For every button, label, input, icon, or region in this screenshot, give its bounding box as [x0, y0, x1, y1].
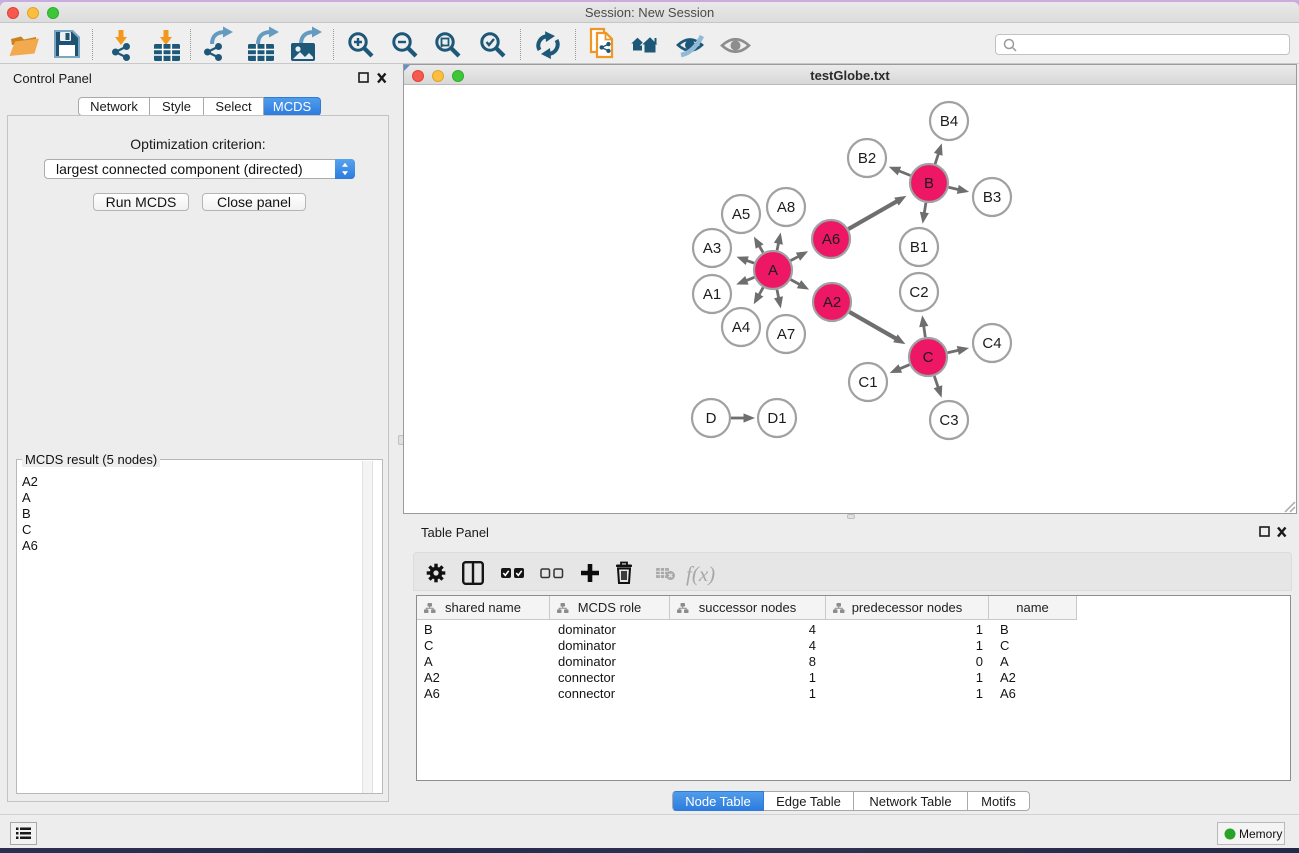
svg-text:C1: C1 [858, 374, 877, 391]
svg-text:B3: B3 [983, 189, 1001, 206]
svg-text:A: A [768, 262, 778, 279]
svg-text:B2: B2 [858, 150, 876, 167]
svg-text:B: B [924, 175, 934, 192]
svg-text:C4: C4 [982, 335, 1001, 352]
svg-text:A5: A5 [732, 206, 750, 223]
svg-text:A6: A6 [822, 231, 840, 248]
svg-text:A1: A1 [703, 286, 721, 303]
svg-text:D1: D1 [767, 410, 786, 427]
svg-text:A7: A7 [777, 326, 795, 343]
svg-text:B1: B1 [910, 239, 928, 256]
svg-text:B4: B4 [940, 113, 958, 130]
svg-text:A3: A3 [703, 240, 721, 257]
svg-text:C2: C2 [909, 284, 928, 301]
svg-text:D: D [706, 410, 717, 427]
svg-text:f(x): f(x) [686, 562, 715, 586]
svg-text:C: C [923, 349, 934, 366]
svg-text:A2: A2 [823, 294, 841, 311]
svg-text:A4: A4 [732, 319, 750, 336]
svg-text:C3: C3 [939, 412, 958, 429]
svg-text:A8: A8 [777, 199, 795, 216]
